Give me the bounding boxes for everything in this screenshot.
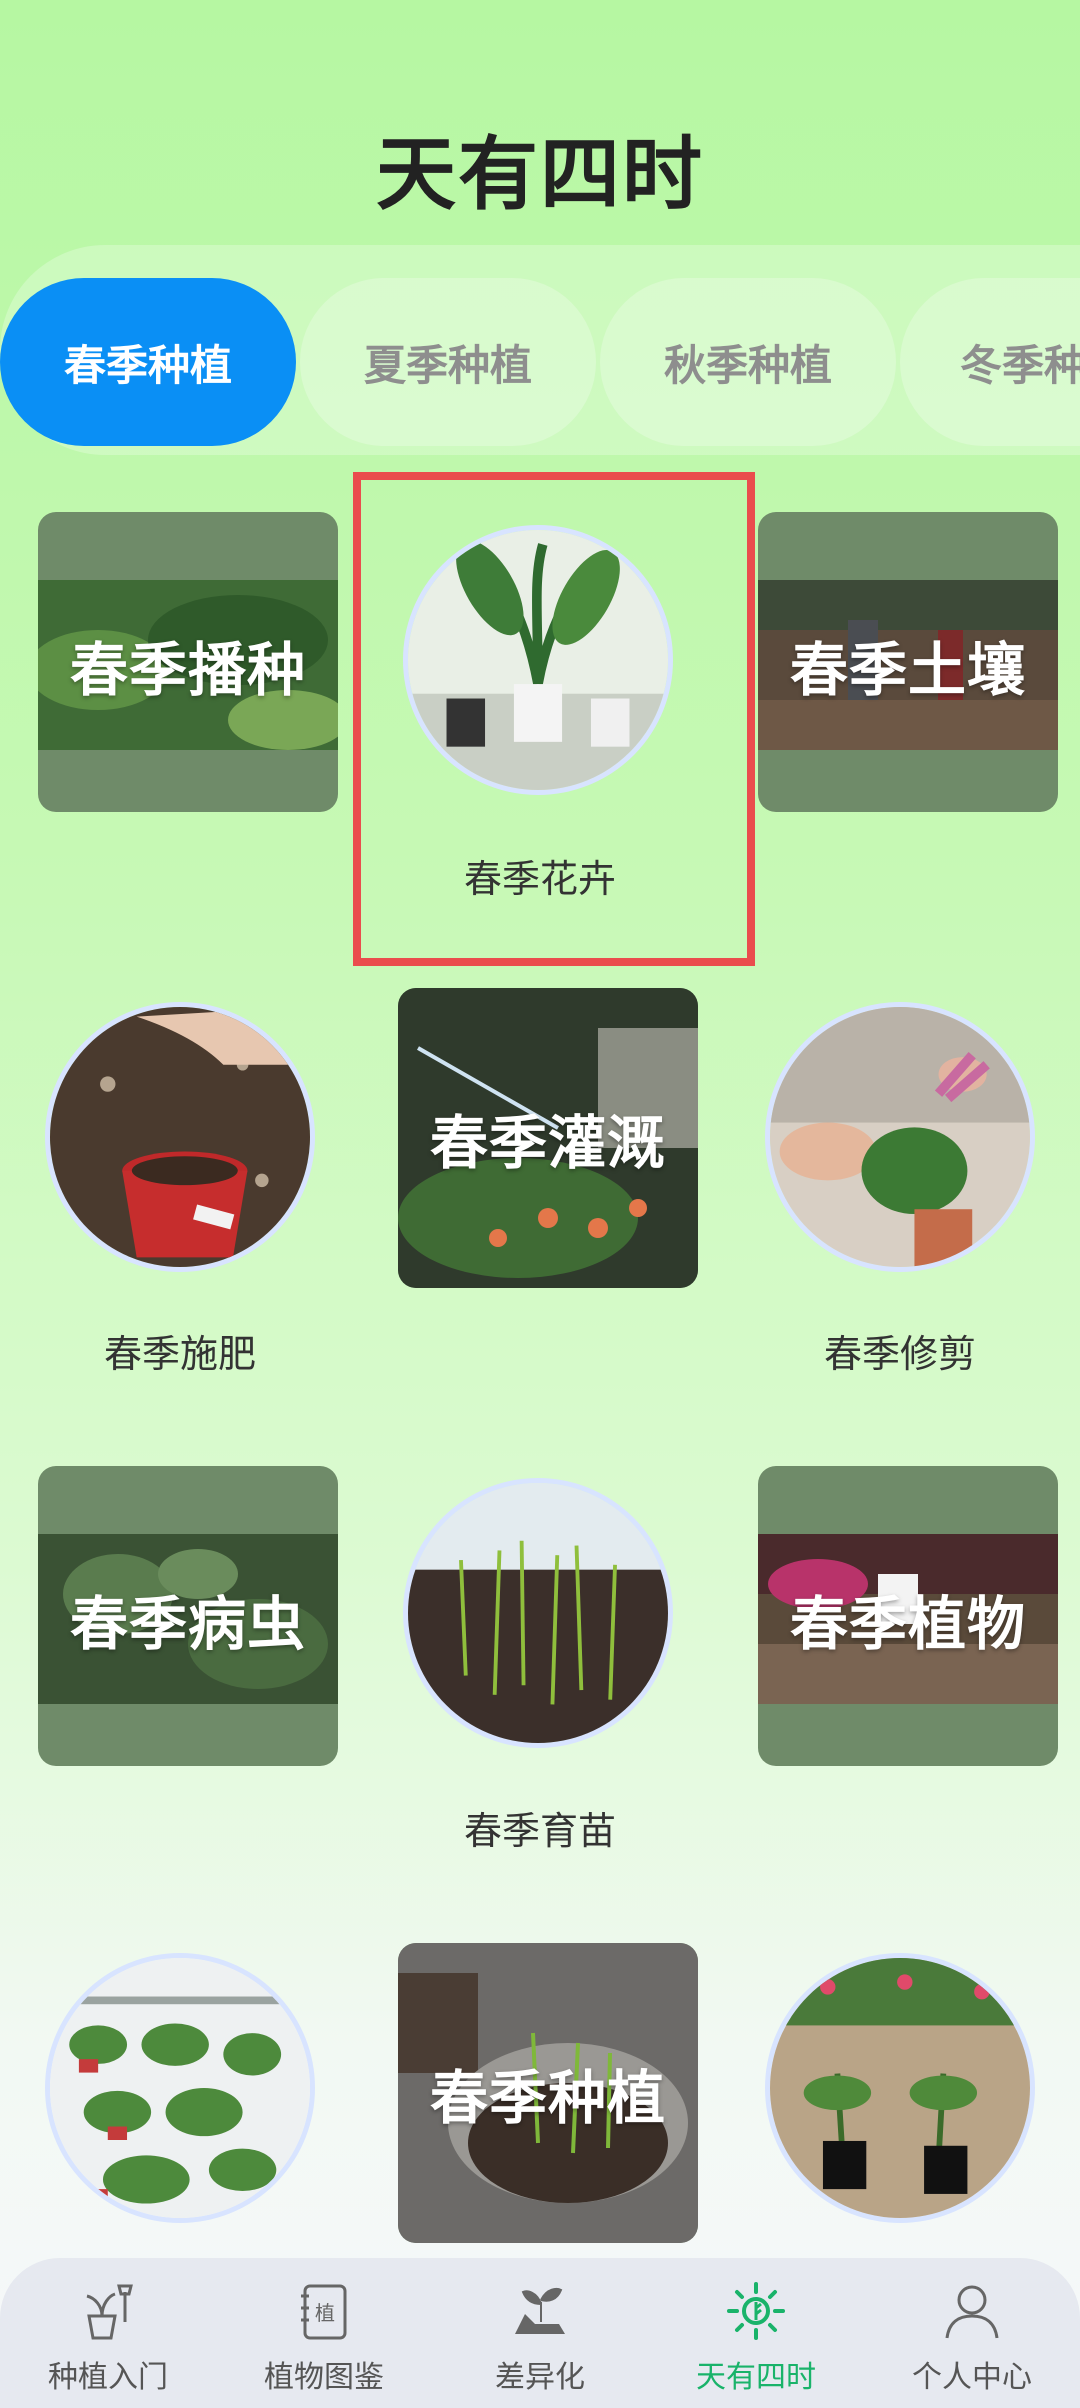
spring-fertilizer-caption: 春季施肥 [103,1332,256,1376]
sun-leaf-icon [727,2282,785,2340]
nav-label-planting-intro: 种植入门 [48,2360,168,2395]
spring-pests-card[interactable]: 春季病虫 [38,1466,338,1766]
spring-pests-label: 春季病虫 [69,1590,306,1658]
spring-irrigation-card[interactable]: 春季灌溉 [398,988,698,1288]
spring-planting-card[interactable]: 春季种植 [398,1943,698,2243]
vertical-garden-image[interactable] [45,1953,315,2223]
nav-item-profile[interactable]: 个人中心 [864,2258,1080,2396]
person-icon [945,2285,999,2339]
page-title: 天有四时 [376,128,704,221]
nav-item-planting-intro[interactable]: 种植入门 [0,2258,216,2396]
spring-soil-label: 春季土壤 [789,636,1026,704]
tab-autumn[interactable]: 秋季种植 [600,278,896,446]
spring-fertilizer-image[interactable] [45,1002,315,1272]
nav-label-profile: 个人中心 [912,2360,1032,2395]
svg-text:植: 植 [315,2301,335,2325]
spring-pruning-caption: 春季修剪 [823,1332,976,1376]
tab-summer[interactable]: 夏季种植 [300,278,596,446]
plant-book-icon: 植 [301,2284,347,2340]
spring-plants-card[interactable]: 春季植物 [758,1466,1058,1766]
nav-label-four-seasons: 天有四时 [696,2360,816,2395]
nav-item-four-seasons[interactable]: 天有四时 [648,2258,864,2396]
spring-planting-label: 春季种植 [429,2064,666,2132]
tab-winter[interactable]: 冬季种植 [900,278,1080,446]
nav-label-differentiation: 差异化 [495,2360,585,2395]
nav-item-differentiation[interactable]: 差异化 [432,2258,648,2396]
spring-seedling-image[interactable] [403,1478,673,1748]
tab-spring[interactable]: 春季种植 [0,278,296,446]
spring-sowing-label: 春季播种 [69,636,306,704]
spring-soil-card[interactable]: 春季土壤 [758,512,1058,812]
spring-seedling-caption: 春季育苗 [463,1809,616,1853]
potted-plant-shovel-icon [86,2284,133,2340]
selection-highlight [353,472,755,966]
spring-plants-label: 春季植物 [789,1590,1026,1658]
nav-label-plant-atlas: 植物图鉴 [264,2360,384,2395]
spring-sowing-card[interactable]: 春季播种 [38,512,338,812]
spring-irrigation-label: 春季灌溉 [429,1109,666,1177]
bottom-nav: 种植入门 植 植物图鉴 差异化 天有四时 个人中心 [0,2258,1080,2408]
nav-item-plant-atlas[interactable]: 植 植物图鉴 [216,2258,432,2396]
potted-saplings-image[interactable] [765,1953,1035,2223]
spring-pruning-image[interactable] [765,1002,1035,1272]
sprout-hand-icon [515,2288,565,2334]
